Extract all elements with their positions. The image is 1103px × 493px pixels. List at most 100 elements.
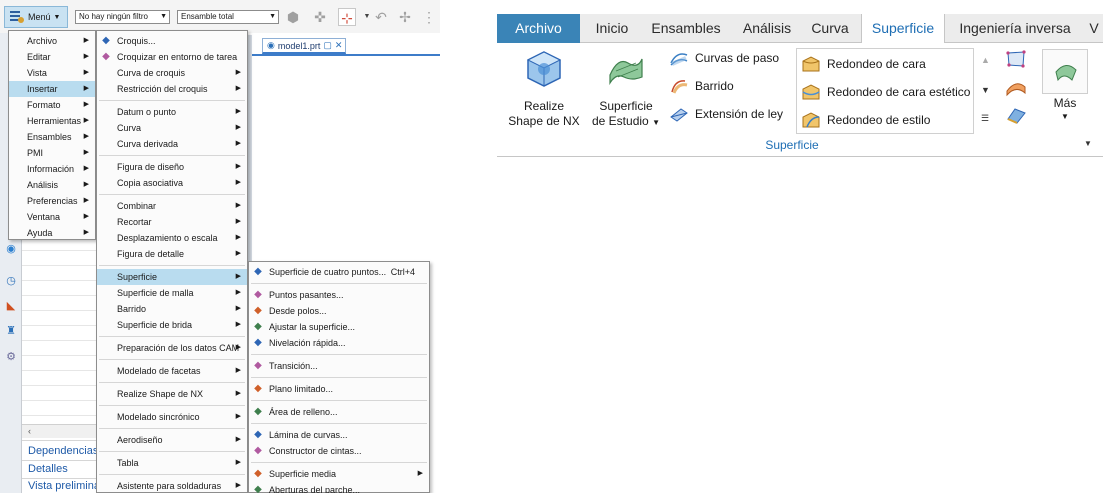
- tab-superficie[interactable]: Superficie: [861, 14, 945, 44]
- studio-surface-button[interactable]: Superficie de Estudio ▼: [587, 49, 665, 130]
- menu-item-vista[interactable]: Vista ▶: [9, 65, 95, 81]
- menu-item-label: Transición...: [269, 361, 318, 371]
- insert-item-curva[interactable]: Curva ▶: [97, 120, 247, 136]
- undo-icon[interactable]: ↶: [372, 8, 390, 26]
- surface-item-area-de-relleno[interactable]: ◆ Área de relleno...: [249, 404, 429, 420]
- face-blend-button[interactable]: Redondeo de cara: [801, 53, 926, 75]
- point-snap-icon[interactable]: ✢: [396, 8, 414, 26]
- insert-item-copia-asociativa[interactable]: Copia asociativa ▶: [97, 175, 247, 191]
- law-extension-icon: [670, 108, 688, 122]
- menu-item-analisis[interactable]: Análisis ▶: [9, 177, 95, 193]
- analysis-icon[interactable]: ◣: [3, 298, 19, 314]
- insert-item-restriccion-del-croquis[interactable]: Restricción del croquis ▶: [97, 81, 247, 97]
- details-panel-tab[interactable]: Detalles: [28, 463, 68, 475]
- menu-item-label: Desde polos...: [269, 306, 327, 316]
- four-point-surface-icon[interactable]: [1005, 49, 1027, 69]
- preview-panel-tab[interactable]: Vista preliminar: [28, 480, 104, 492]
- roles-icon[interactable]: ♜: [3, 323, 19, 339]
- restore-icon[interactable]: ▢: [323, 40, 332, 51]
- more-options-icon[interactable]: ⋮: [420, 8, 438, 26]
- insert-item-curva-derivada[interactable]: Curva derivada ▶: [97, 136, 247, 152]
- insert-item-datum-o-punto[interactable]: Datum o punto ▶: [97, 104, 247, 120]
- trim-sheet-icon[interactable]: [1005, 105, 1027, 125]
- menu-item-insertar[interactable]: Insertar ▶: [9, 81, 95, 97]
- insert-item-superficie-de-malla[interactable]: Superficie de malla ▶: [97, 285, 247, 301]
- filter-icon[interactable]: ⊹: [338, 8, 356, 26]
- law-extension-button[interactable]: Extensión de ley: [669, 103, 783, 125]
- snap-icon[interactable]: ✜: [311, 8, 329, 26]
- insert-item-preparacion-de-los-datos-cam[interactable]: Preparación de los datos CAM ▶: [97, 340, 247, 356]
- clock-icon[interactable]: ◷: [3, 273, 19, 289]
- insert-item-modelado-sincronico[interactable]: Modelado sincrónico ▶: [97, 409, 247, 425]
- insert-item-figura-de-detalle[interactable]: Figura de detalle ▶: [97, 246, 247, 262]
- tab-ingenieria-inversa[interactable]: Ingeniería inversa: [953, 14, 1077, 43]
- insert-item-barrido[interactable]: Barrido ▶: [97, 301, 247, 317]
- aesthetic-face-blend-button[interactable]: Redondeo de cara estético: [801, 81, 970, 103]
- dependencies-panel-tab[interactable]: Dependencias: [28, 445, 98, 457]
- tools-icon[interactable]: ⚙: [3, 349, 19, 365]
- gallery-scroll-up-icon[interactable]: ▲: [981, 55, 990, 65]
- surface-item-plano-limitado[interactable]: ◆ Plano limitado...: [249, 381, 429, 397]
- insert-item-curva-de-croquis[interactable]: Curva de croquis ▶: [97, 65, 247, 81]
- surface-item-lamina-de-curvas[interactable]: ◆ Lámina de curvas...: [249, 427, 429, 443]
- surface-item-ajustar-la-superficie[interactable]: ◆ Ajustar la superficie...: [249, 319, 429, 335]
- menu-item-editar[interactable]: Editar ▶: [9, 49, 95, 65]
- history-icon[interactable]: ◉: [3, 241, 19, 257]
- more-button[interactable]: Más ▼: [1043, 96, 1087, 121]
- tab-archivo[interactable]: Archivo: [497, 14, 580, 43]
- through-curves-button[interactable]: Curvas de paso: [669, 47, 779, 69]
- assembly-scope-dropdown[interactable]: Ensamble total ▼: [177, 10, 279, 24]
- assembly-icon[interactable]: ⬢: [284, 8, 302, 26]
- menu-item-formato[interactable]: Formato ▶: [9, 97, 95, 113]
- surface-item-superficie-de-cuatro-puntos[interactable]: ◆ Superficie de cuatro puntos... Ctrl+4: [249, 264, 429, 280]
- menu-item-ayuda[interactable]: Ayuda ▶: [9, 225, 95, 241]
- gallery-scroll-down-icon[interactable]: ▼: [981, 85, 990, 95]
- menu-item-label: Asistente para soldaduras: [117, 481, 222, 491]
- menu-item-preferencias[interactable]: Preferencias ▶: [9, 193, 95, 209]
- insert-item-recortar[interactable]: Recortar ▶: [97, 214, 247, 230]
- menu-button[interactable]: Menú ▼: [4, 6, 68, 28]
- insert-item-croquis[interactable]: ◆ Croquis...: [97, 33, 247, 49]
- surface-item-constructor-de-cintas[interactable]: ◆ Constructor de cintas...: [249, 443, 429, 459]
- insert-item-aerodiseno[interactable]: Aerodiseño ▶: [97, 432, 247, 448]
- surface-item-puntos-pasantes[interactable]: ◆ Puntos pasantes...: [249, 287, 429, 303]
- surface-item-desde-polos[interactable]: ◆ Desde polos...: [249, 303, 429, 319]
- tab-inicio[interactable]: Inicio: [586, 14, 638, 43]
- surface-item-transicion[interactable]: ◆ Transición...: [249, 358, 429, 374]
- menu-item-ensambles[interactable]: Ensambles ▶: [9, 129, 95, 145]
- menu-item-pmi[interactable]: PMI ▶: [9, 145, 95, 161]
- insert-item-modelado-de-facetas[interactable]: Modelado de facetas ▶: [97, 363, 247, 379]
- insert-item-superficie-de-brida[interactable]: Superficie de brida ▶: [97, 317, 247, 333]
- insert-item-realize-shape-de-nx[interactable]: Realize Shape de NX ▶: [97, 386, 247, 402]
- bridge-surface-icon[interactable]: [1005, 77, 1027, 97]
- tab-analisis[interactable]: Análisis: [735, 14, 799, 43]
- menu-item-informacion[interactable]: Información ▶: [9, 161, 95, 177]
- close-icon[interactable]: ✕: [335, 40, 343, 51]
- swept-button[interactable]: Barrido: [669, 75, 734, 97]
- surface-item-aberturas-del-parche[interactable]: ◆ Aberturas del parche...: [249, 482, 429, 493]
- horizontal-scrollbar[interactable]: ‹: [22, 424, 100, 438]
- realize-shape-button[interactable]: Realize Shape de NX: [503, 49, 585, 129]
- insert-item-tabla[interactable]: Tabla ▶: [97, 455, 247, 471]
- surface-item-superficie-media[interactable]: ◆ Superficie media ▶: [249, 466, 429, 482]
- insert-item-superficie[interactable]: Superficie ▶: [97, 269, 247, 285]
- gallery-expand-icon[interactable]: ☰: [981, 113, 989, 124]
- insert-item-croquizar-en-entorno-de-tarea[interactable]: ◆ Croquizar en entorno de tarea: [97, 49, 247, 65]
- tab-overflow[interactable]: V: [1085, 14, 1103, 43]
- tab-ensambles[interactable]: Ensambles: [645, 14, 727, 43]
- surface-item-nivelacion-rapida[interactable]: ◆ Nivelación rápida...: [249, 335, 429, 351]
- tab-curva[interactable]: Curva: [807, 14, 853, 43]
- insert-item-figura-de-diseno[interactable]: Figura de diseño ▶: [97, 159, 247, 175]
- group-dialog-launcher-icon[interactable]: ▼: [1084, 139, 1092, 148]
- insert-item-desplazamiento-o-escala[interactable]: Desplazamiento o escala ▶: [97, 230, 247, 246]
- menu-item-label: Aberturas del parche...: [269, 485, 361, 493]
- styled-blend-button[interactable]: Redondeo de estilo: [801, 109, 930, 131]
- insert-item-asistente-para-soldaduras[interactable]: Asistente para soldaduras ▶: [97, 478, 247, 493]
- insert-item-combinar[interactable]: Combinar ▶: [97, 198, 247, 214]
- menu-item-archivo[interactable]: Archivo ▶: [9, 33, 95, 49]
- more-gallery-box[interactable]: [1042, 49, 1088, 94]
- menu-item-ventana[interactable]: Ventana ▶: [9, 209, 95, 225]
- menu-item-herramientas[interactable]: Herramientas ▶: [9, 113, 95, 129]
- selection-filter-dropdown[interactable]: No hay ningún filtro ▼: [75, 10, 170, 24]
- model-file-tab[interactable]: ◉ model1.prt ▢ ✕: [262, 38, 346, 54]
